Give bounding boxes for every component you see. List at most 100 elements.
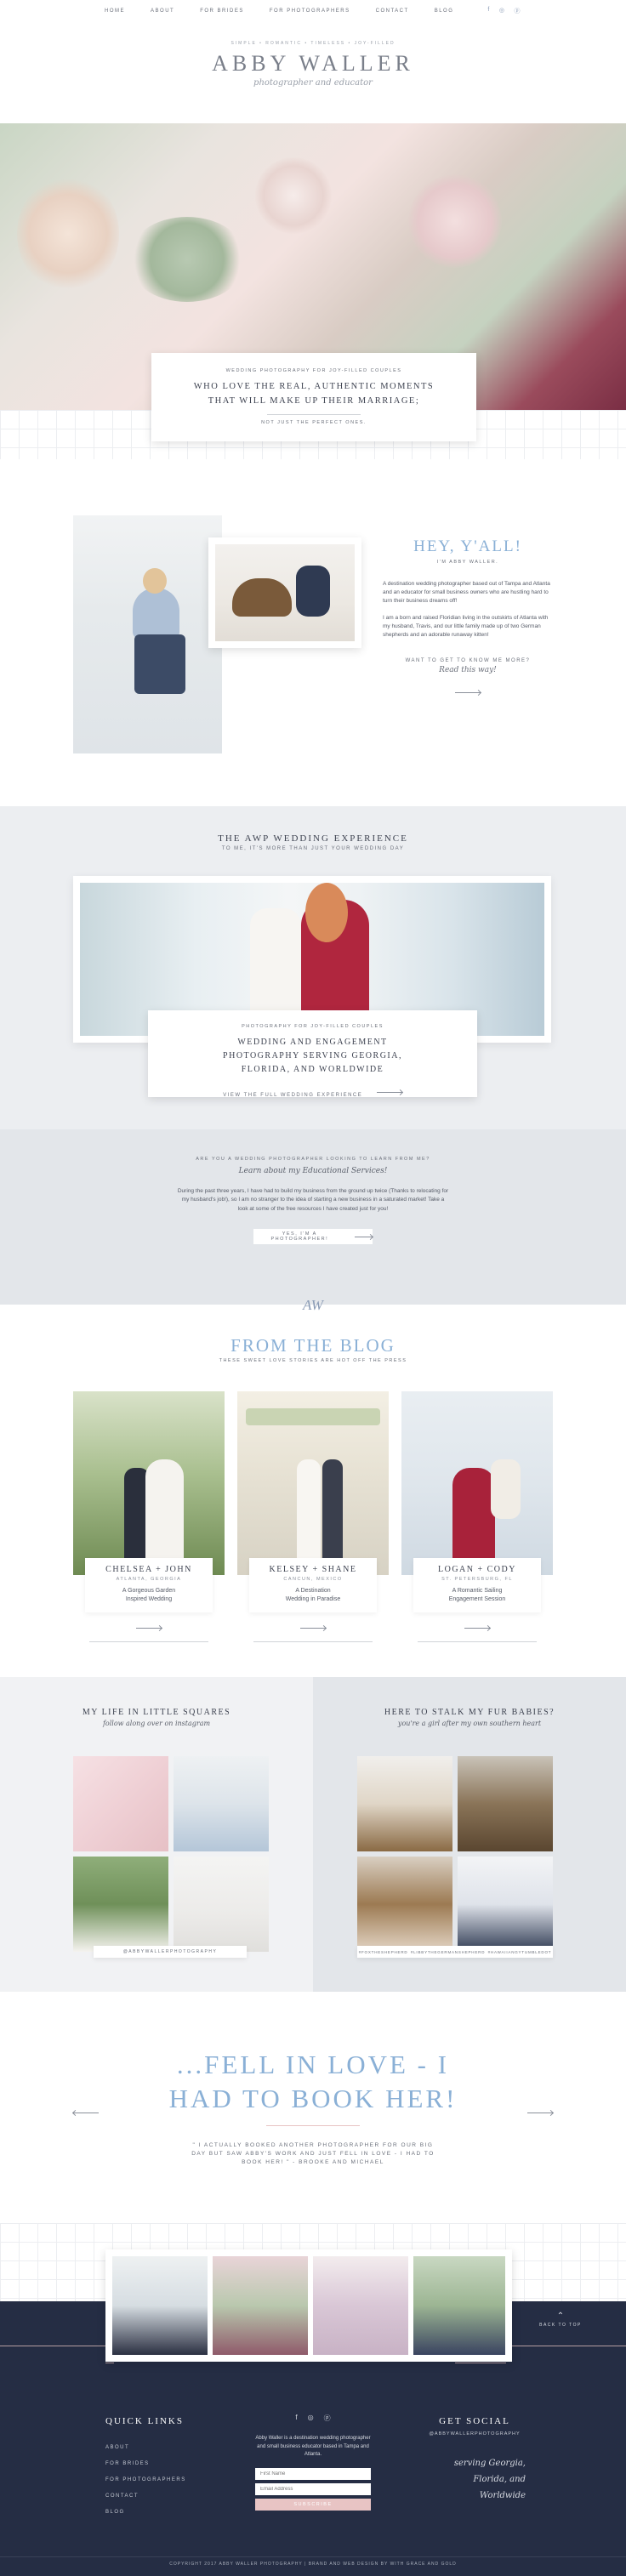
testimonial-divider — [266, 2124, 360, 2126]
hashtag-link[interactable]: #FOXTHESHEPHERD — [359, 1950, 408, 1954]
education-body: During the past three years, I have had … — [177, 1188, 449, 1212]
instagram-tile[interactable] — [174, 1857, 269, 1952]
about-photo-portrait — [73, 515, 222, 753]
person-shape — [296, 566, 330, 617]
hashtag-link[interactable]: #HAWAIIANGYTUMBLEDOT — [488, 1950, 552, 1954]
hero-rose-shape — [408, 174, 502, 268]
education-script: Learn about my Educational Services! — [238, 1167, 388, 1175]
featured-photo[interactable] — [112, 2256, 208, 2355]
brand-name[interactable]: ABBY WALLER — [0, 51, 626, 77]
nav-for-brides[interactable]: FOR BRIDES — [200, 9, 244, 14]
floral-arch-shape — [246, 1408, 380, 1425]
education-eyebrow: ARE YOU A WEDDING PHOTOGRAPHER LOOKING T… — [196, 1157, 430, 1162]
blog-photo[interactable] — [237, 1391, 389, 1575]
pinterest-icon[interactable]: ⓟ — [324, 2414, 331, 2423]
nav-blog[interactable]: BLOG — [435, 9, 454, 14]
footer-link-for-photographers[interactable]: FOR PHOTOGRAPHERS — [105, 2477, 233, 2482]
blog-post-desc-line: Wedding in Paradise — [285, 1595, 341, 1602]
arrow-right-icon — [300, 1627, 326, 1629]
featured-photo[interactable] — [213, 2256, 308, 2355]
dog-photo-tile[interactable] — [458, 1756, 553, 1851]
nav-for-photographers[interactable]: FOR PHOTOGRAPHERS — [270, 9, 350, 14]
chevron-up-icon[interactable]: ⌃ — [531, 2312, 590, 2321]
nav-home[interactable]: HOME — [105, 9, 125, 14]
footer-link-about[interactable]: ABOUT — [105, 2445, 233, 2450]
footer-script-line: serving Georgia, — [453, 2459, 526, 2468]
blog-read-more[interactable] — [89, 1621, 208, 1642]
footer-link-for-brides[interactable]: FOR BRIDES — [105, 2461, 233, 2466]
blog-post-location: ST. PETERSBURG, FL — [441, 1577, 513, 1582]
portrait-figure — [133, 588, 179, 639]
featured-photo[interactable] — [413, 2256, 505, 2355]
facebook-icon[interactable]: f — [295, 2414, 297, 2423]
about-subtitle: I'M ABBY WALLER. — [436, 560, 499, 565]
testimonial-next[interactable] — [527, 2106, 553, 2121]
nav-social-icons: f ◎ ⓟ — [487, 7, 521, 15]
arrow-right-icon — [464, 1627, 490, 1629]
featured-photo[interactable] — [313, 2256, 408, 2355]
blog-post-location: ATLANTA, GEORGIA — [116, 1577, 182, 1582]
hero-sub: NOT JUST THE PERFECT ONES. — [261, 419, 367, 425]
blog-post-title[interactable]: KELSEY + SHANE — [253, 1565, 373, 1574]
hashtag-link[interactable]: #LIBBYTHEGERMANSHEPHERD — [411, 1950, 485, 1954]
hero-leaf-shape — [128, 217, 247, 302]
experience-card-cta[interactable]: VIEW THE FULL WEDDING EXPERIENCE — [223, 1093, 362, 1098]
back-to-top-label[interactable]: BACK TO TOP — [531, 2323, 590, 2328]
footer-email-input[interactable] — [255, 2483, 371, 2495]
blog-card[interactable]: KELSEY + SHANE CANCUN, MEXICO A Destinat… — [237, 1391, 389, 1642]
hero-rose-shape — [255, 157, 332, 234]
arrow-right-icon — [136, 1627, 162, 1629]
education-button[interactable]: YES, I'M A PHOTOGRAPHER! — [253, 1229, 373, 1245]
portrait-head — [143, 568, 167, 594]
blog-subtitle: THESE SWEET LOVE STORIES ARE HOT OFF THE… — [219, 1358, 407, 1363]
back-to-top[interactable]: ⌃ BACK TO TOP — [531, 2312, 590, 2328]
featured-photo-strip — [105, 2249, 512, 2362]
instagram-icon[interactable]: ◎ — [308, 2414, 314, 2423]
blog-post-desc-line: A Destination — [295, 1588, 331, 1594]
dog-photo-tile[interactable] — [357, 1756, 452, 1851]
about-para-1: A destination wedding photographer based… — [383, 581, 550, 605]
arrow-right-icon[interactable] — [455, 691, 481, 693]
hero-divider — [267, 413, 361, 415]
footer-script-line: Florida, and — [473, 2475, 526, 2484]
pinterest-icon[interactable]: ⓟ — [514, 7, 521, 15]
footer-bio: Abby Waller is a destination wedding pho… — [255, 2436, 371, 2458]
blog-title: FROM THE BLOG — [230, 1335, 396, 1356]
instagram-tile[interactable] — [73, 1756, 168, 1851]
blog-card[interactable]: CHELSEA + JOHN ATLANTA, GEORGIA A Gorgeo… — [73, 1391, 225, 1642]
blog-post-title[interactable]: LOGAN + CODY — [417, 1565, 538, 1574]
footer-bottom-divider — [0, 2556, 626, 2557]
arrow-right-icon[interactable] — [376, 1092, 402, 1094]
footer-social-icons: f ◎ ⓟ — [255, 2414, 371, 2423]
blog-read-more[interactable] — [253, 1621, 373, 1642]
blog-card-label: LOGAN + CODY ST. PETERSBURG, FL A Romant… — [413, 1558, 541, 1612]
instagram-tile[interactable] — [174, 1756, 269, 1851]
nav-about[interactable]: ABOUT — [151, 9, 174, 14]
nav-contact[interactable]: CONTACT — [376, 9, 409, 14]
about-cta-script[interactable]: Read this way! — [383, 666, 553, 674]
dog-photo-tile[interactable] — [458, 1857, 553, 1952]
hero-rose-shape — [17, 174, 119, 293]
blog-card[interactable]: LOGAN + CODY ST. PETERSBURG, FL A Romant… — [401, 1391, 553, 1642]
instagram-icon[interactable]: ◎ — [499, 7, 506, 15]
footer-link-contact[interactable]: CONTACT — [105, 2494, 233, 2499]
instagram-tile[interactable] — [73, 1857, 168, 1952]
footer-first-name-input[interactable] — [255, 2468, 371, 2480]
facebook-icon[interactable]: f — [487, 7, 490, 15]
blog-photo[interactable] — [401, 1391, 553, 1575]
blog-heading: FROM THE BLOG THESE SWEET LOVE STORIES A… — [0, 1335, 626, 1363]
blog-post-desc: A Gorgeous Garden Inspired Wedding — [88, 1587, 209, 1604]
testimonial-prev[interactable] — [73, 2106, 99, 2121]
instagram-script: follow along over on instagram — [102, 1720, 211, 1727]
furbabies-title: HERE TO STALK MY FUR BABIES? — [384, 1708, 555, 1717]
about-cta[interactable]: WANT TO GET TO KNOW ME MORE? — [383, 658, 553, 663]
blog-photo[interactable] — [73, 1391, 225, 1575]
hero-eyebrow: WEDDING PHOTOGRAPHY FOR JOY-FILLED COUPL… — [225, 368, 402, 373]
blog-read-more[interactable] — [418, 1621, 537, 1642]
dog-photo-tile[interactable] — [357, 1857, 452, 1952]
footer-link-blog[interactable]: BLOG — [105, 2510, 233, 2515]
footer-social-handle[interactable]: @ABBYWALLERPHOTOGRAPHY — [424, 2431, 526, 2437]
footer-subscribe-button[interactable]: SUBSCRIBE — [255, 2499, 371, 2511]
instagram-handle[interactable]: @ABBYWALLERPHOTOGRAPHY — [94, 1946, 247, 1958]
blog-post-title[interactable]: CHELSEA + JOHN — [88, 1565, 209, 1574]
